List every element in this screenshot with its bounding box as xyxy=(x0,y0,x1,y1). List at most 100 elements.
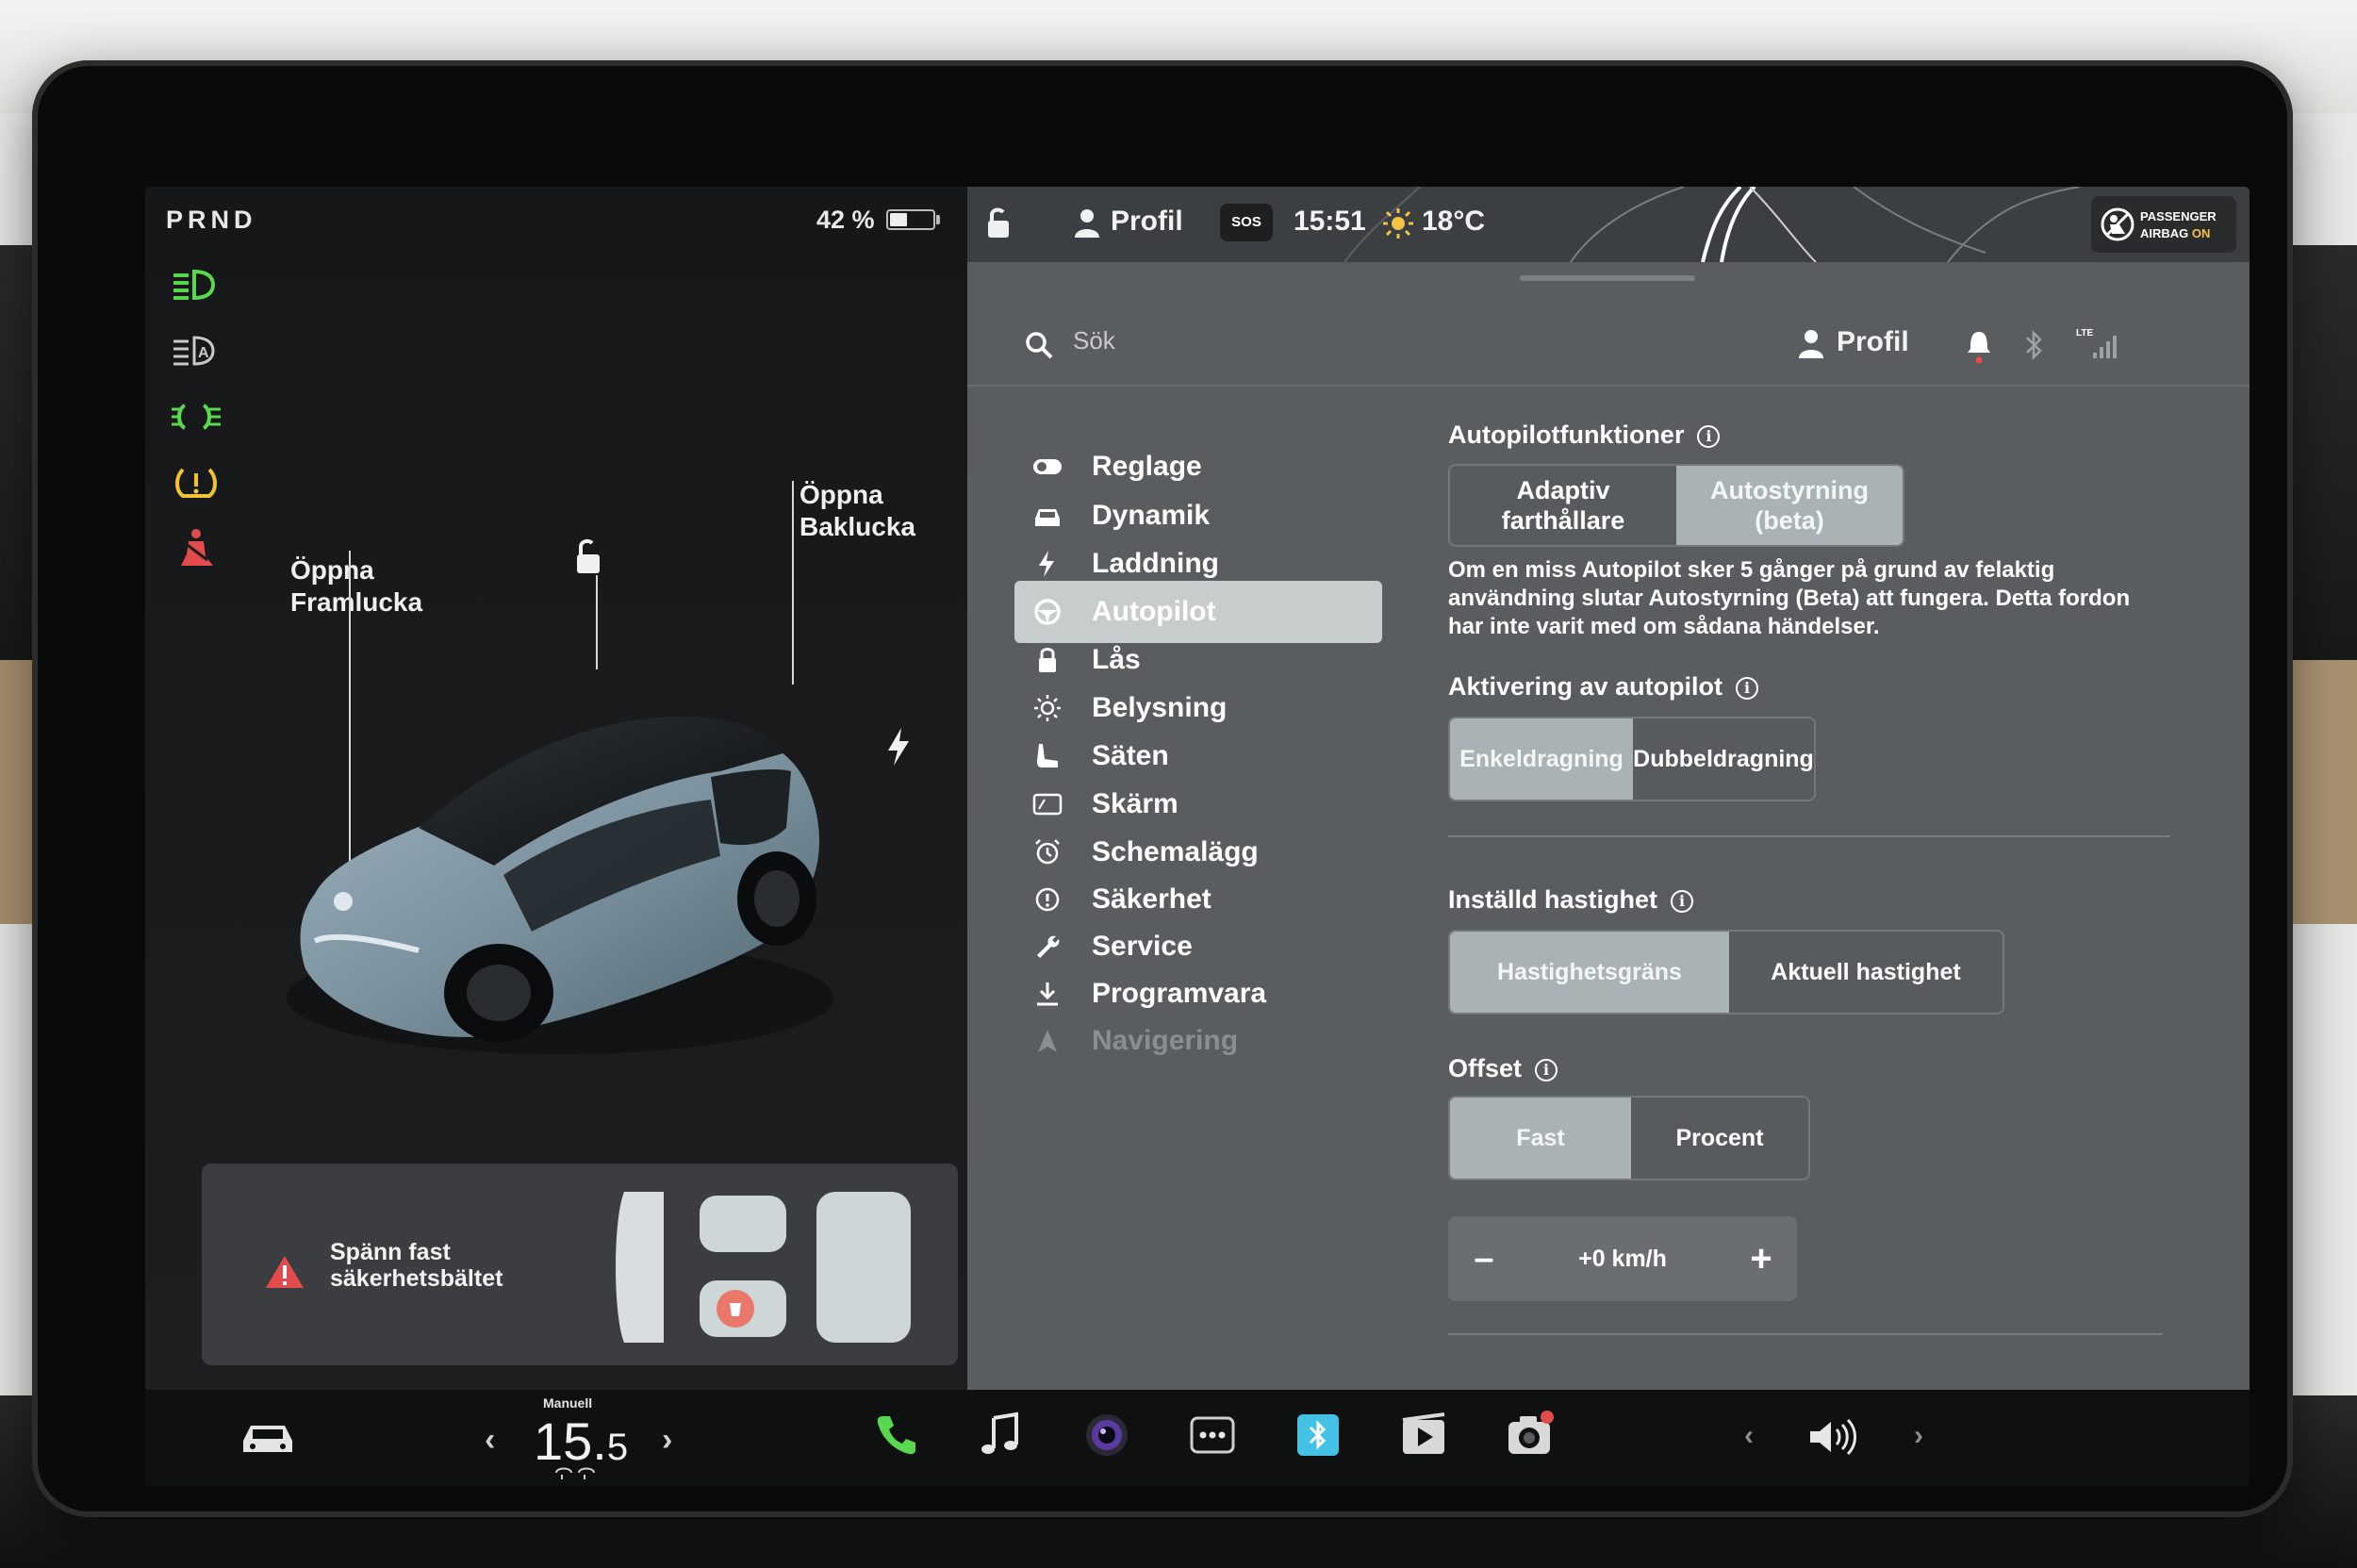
airbag-icon xyxy=(2101,207,2134,241)
nav-item-label: Skärm xyxy=(1092,788,1178,819)
sun-icon xyxy=(1034,695,1061,721)
svg-text:LTE: LTE xyxy=(2076,328,2093,338)
volume-prev-button[interactable]: ‹ xyxy=(1744,1420,1754,1452)
volume-icon[interactable] xyxy=(1806,1416,1859,1458)
frunk-label-line1: Öppna xyxy=(290,555,374,585)
option-text: Autostyrning xyxy=(1710,476,1869,504)
drag-handle[interactable] xyxy=(1520,275,1695,281)
option-adaptive-cruise[interactable]: Adaptiv farthållare xyxy=(1450,466,1676,545)
nav-item-label: Schemalägg xyxy=(1092,836,1259,867)
header-profile-button[interactable]: Profil xyxy=(1837,326,1909,358)
option-current-speed[interactable]: Aktuell hastighet xyxy=(1729,932,2003,1013)
battery-tip xyxy=(936,215,940,224)
profile-button[interactable]: Profil xyxy=(1111,206,1183,238)
music-note-icon[interactable] xyxy=(977,1411,1026,1460)
nav-item-label: Lås xyxy=(1092,644,1141,675)
svg-text:A: A xyxy=(198,345,209,361)
bluetooth-app-icon[interactable] xyxy=(1294,1411,1343,1460)
more-dots-icon[interactable] xyxy=(1188,1411,1237,1460)
sos-button[interactable]: SOS xyxy=(1220,204,1273,241)
decrease-offset-button[interactable]: – xyxy=(1450,1218,1518,1299)
search-input[interactable] xyxy=(1071,319,1471,362)
wrench-icon xyxy=(1037,935,1060,958)
charge-port-icon[interactable] xyxy=(884,726,913,767)
search-icon[interactable] xyxy=(1024,330,1054,360)
info-icon[interactable]: i xyxy=(1671,890,1694,913)
car-3d-model[interactable] xyxy=(277,658,862,1073)
autopilot-activation-title-text: Aktivering av autopilot xyxy=(1448,672,1723,701)
tire-pressure-icon xyxy=(175,468,217,498)
outside-temperature: 18°C xyxy=(1422,206,1486,237)
option-double-pull[interactable]: Dubbeldragning xyxy=(1633,718,1814,800)
warning-line: Om en miss Autopilot sker 5 gånger på gr… xyxy=(1448,557,2055,583)
nav-item-label: Laddning xyxy=(1092,548,1219,579)
set-speed-title: Inställd hastighet i xyxy=(1448,885,1694,915)
nav-item-navigering[interactable]: Navigering xyxy=(1014,1010,1382,1072)
dash-vent-right xyxy=(2282,245,2357,660)
dashcam-icon[interactable] xyxy=(1505,1411,1554,1460)
info-icon[interactable]: i xyxy=(1535,1059,1558,1081)
climate-decrease-button[interactable]: ‹ xyxy=(485,1422,495,1459)
battery-percent: 42 % xyxy=(816,206,875,234)
option-autosteer-beta[interactable]: Autostyrning (beta) xyxy=(1676,466,1903,545)
navigation-arrow-icon xyxy=(1038,1030,1057,1052)
activation-selector: Enkeldragning Dubbeldragning xyxy=(1448,717,1816,801)
warning-line: användning slutar Autostyrning (Beta) at… xyxy=(1448,586,2131,611)
airbag-label-line1: PASSENGER xyxy=(2140,209,2217,223)
option-speed-limit[interactable]: Hastighetsgräns xyxy=(1450,932,1729,1013)
seatbelt-alert-line2: säkerhetsbältet xyxy=(330,1265,503,1292)
cabin-temperature-decimal: 5 xyxy=(606,1427,629,1468)
car-controls-icon[interactable] xyxy=(239,1416,296,1458)
settings-card: Profil LTE xyxy=(967,262,2250,1390)
nav-item-label: Säkerhet xyxy=(1092,883,1211,915)
car-status-panel: PRND 42 % A Öppna Framlucka Öppna Bakluc… xyxy=(145,187,967,1390)
display-icon xyxy=(1032,793,1063,816)
climate-mode-label: Manuell xyxy=(543,1395,593,1411)
offset-stepper: – +0 km/h + xyxy=(1448,1216,1797,1301)
profile-icon xyxy=(1075,209,1099,238)
car-icon xyxy=(1035,509,1060,526)
nav-item-label: Programvara xyxy=(1092,978,1267,1009)
increase-offset-button[interactable]: + xyxy=(1727,1218,1795,1299)
theater-icon[interactable] xyxy=(1399,1411,1448,1460)
clock: 15:51 xyxy=(1294,206,1366,237)
bluetooth-icon[interactable] xyxy=(2021,328,2046,362)
autopilot-activation-title: Aktivering av autopilot i xyxy=(1448,672,1759,701)
airbag-on-state: ON xyxy=(2191,226,2211,240)
header-divider xyxy=(967,385,2250,387)
unlock-icon[interactable] xyxy=(569,537,607,579)
nav-item-label: Service xyxy=(1092,931,1193,962)
section-divider xyxy=(1448,1333,2163,1335)
nav-item-label: Navigering xyxy=(1092,1025,1239,1056)
info-icon[interactable]: i xyxy=(1697,425,1721,448)
cabin-temperature[interactable]: 15.5 xyxy=(534,1411,628,1472)
camera-app-icon[interactable] xyxy=(1082,1411,1131,1460)
defrost-icon xyxy=(555,1467,595,1479)
frunk-label[interactable]: Öppna Framlucka xyxy=(290,554,422,619)
battery-icon xyxy=(886,209,935,230)
option-text: Adaptiv xyxy=(1516,476,1610,504)
option-text: farthållare xyxy=(1501,506,1625,535)
settings-panel: Profil SOS 15:51 18°C PASSENGER AIRBAG O… xyxy=(967,187,2250,1390)
option-percent[interactable]: Procent xyxy=(1631,1098,1808,1179)
headlights-icon xyxy=(173,269,216,301)
seatbelt-alert-text: Spänn fast säkerhetsbältet xyxy=(330,1239,556,1292)
climate-increase-button[interactable]: › xyxy=(662,1422,672,1459)
cabin-temperature-whole: 15. xyxy=(534,1411,607,1471)
nav-item-label: Autopilot xyxy=(1092,596,1216,627)
set-speed-selector: Hastighetsgräns Aktuell hastighet xyxy=(1448,930,2004,1015)
offset-value: +0 km/h xyxy=(1578,1246,1667,1272)
lightning-icon xyxy=(1039,551,1054,577)
info-icon[interactable]: i xyxy=(1736,677,1759,700)
unlock-status-icon[interactable] xyxy=(984,207,1016,239)
offset-selector: Fast Procent xyxy=(1448,1096,1810,1180)
volume-next-button[interactable]: › xyxy=(1914,1420,1923,1452)
trunk-label[interactable]: Öppna Baklucka xyxy=(799,479,915,543)
touchscreen: PRND 42 % A Öppna Framlucka Öppna Bakluc… xyxy=(145,187,2250,1486)
gear-indicator: PRND xyxy=(166,206,257,234)
phone-icon[interactable] xyxy=(871,1411,920,1460)
notification-bell-icon[interactable] xyxy=(1965,326,1993,364)
option-fixed[interactable]: Fast xyxy=(1450,1098,1631,1179)
option-single-pull[interactable]: Enkeldragning xyxy=(1450,718,1633,800)
seatbelt-alert-card[interactable]: Spänn fast säkerhetsbältet xyxy=(202,1164,958,1365)
